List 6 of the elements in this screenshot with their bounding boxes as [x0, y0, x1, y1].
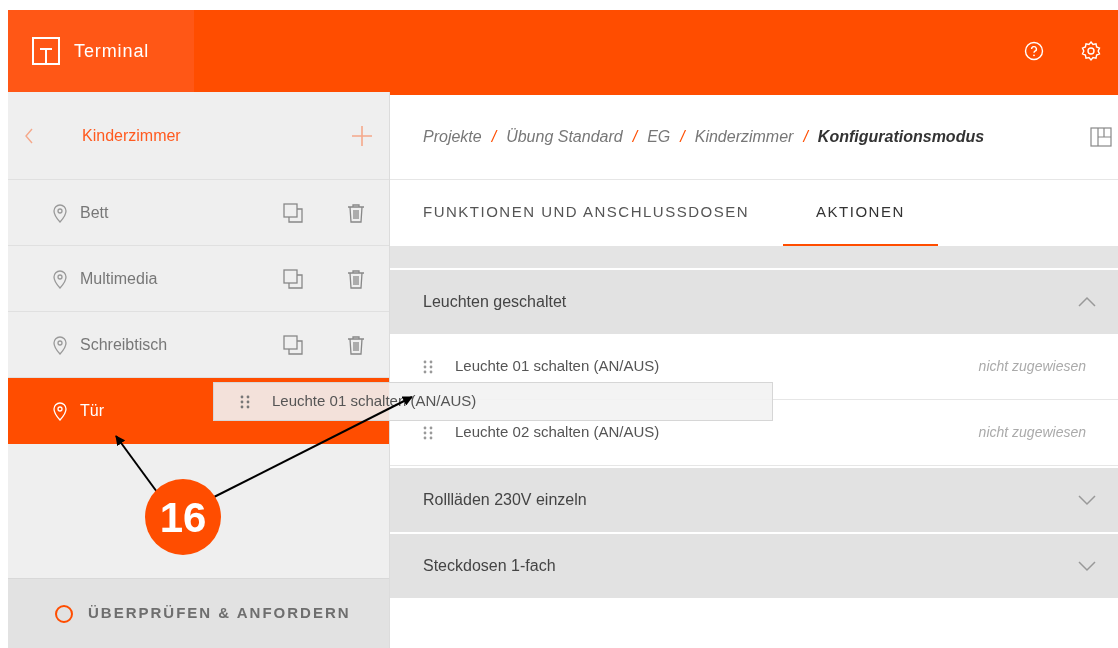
breadcrumb-separator: / [803, 127, 808, 147]
room-title: Kinderzimmer [82, 125, 181, 146]
app-title: Terminal [74, 39, 150, 63]
breadcrumb-separator: / [491, 127, 497, 147]
breadcrumb-separator: / [680, 127, 685, 147]
breadcrumb-separator: / [632, 127, 638, 147]
